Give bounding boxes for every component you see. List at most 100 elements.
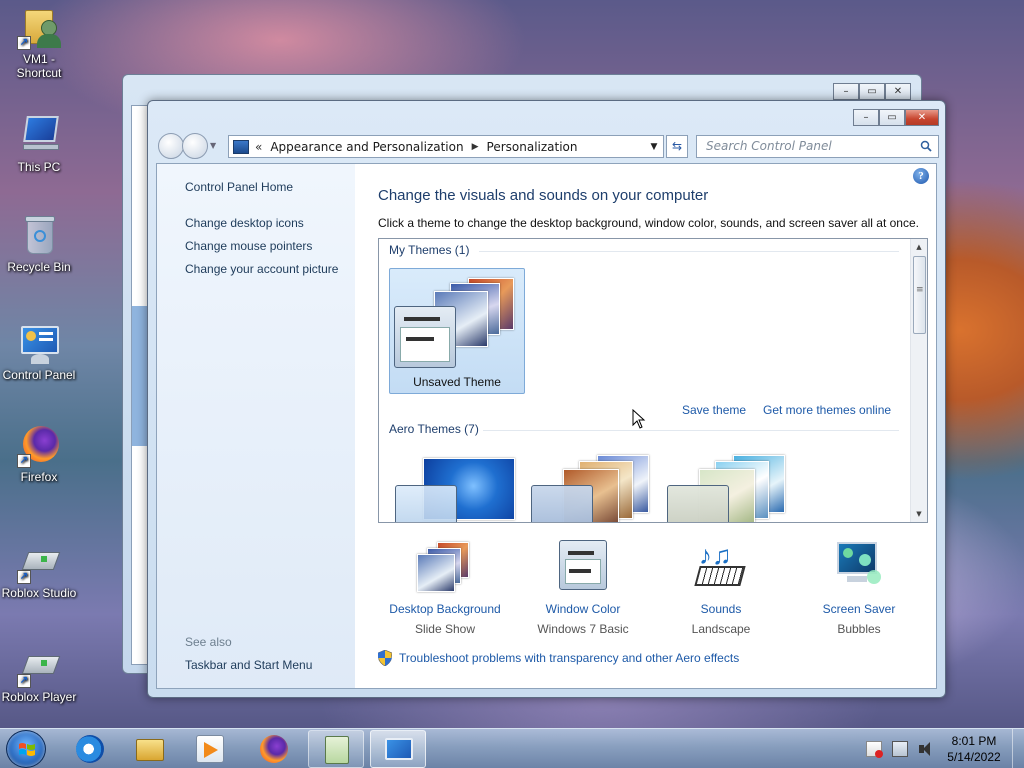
address-dropdown-icon[interactable]: ▼ [645,142,663,152]
roblox-studio-icon: ↗ [17,540,61,584]
taskbar-start-menu-link[interactable]: Taskbar and Start Menu [185,658,312,672]
close-button[interactable]: ✕ [905,109,939,126]
shortcut-arrow-icon: ↗ [17,454,31,468]
system-tray [866,741,934,758]
desktop-icon-this-pc[interactable]: This PC [0,114,78,174]
navigation-bar: ▼ « Appearance and Personalization ▶ Per… [156,133,939,159]
desktop-background-icon [415,540,475,594]
desktop-icon-label: Firefox [20,470,58,484]
shortcut-arrow-icon: ↗ [17,36,31,50]
minimize-button[interactable]: – [833,83,859,100]
mouse-cursor-icon [632,409,646,429]
windows-logo-icon [19,743,35,756]
desktop-icon-roblox-player[interactable]: ↗ Roblox Player [0,644,78,704]
save-theme-link[interactable]: Save theme [682,403,746,417]
forward-button[interactable] [182,133,208,159]
sounds-setting[interactable]: ♪♫ Sounds Landscape [651,540,791,636]
change-desktop-icons-link[interactable]: Change desktop icons [185,216,304,230]
theme-list[interactable]: My Themes (1) Unsaved Theme Save theme G… [378,238,928,523]
see-also-heading: See also [185,635,232,649]
firefox-icon: ↗ [17,424,61,468]
internet-explorer-icon [76,735,104,763]
scrollbar-thumb[interactable] [913,256,926,334]
taskbar-notepad[interactable] [308,730,364,768]
shortcut-arrow-icon: ↗ [17,674,31,688]
control-panel-home-link[interactable]: Control Panel Home [185,180,293,194]
scroll-down-icon[interactable]: ▼ [911,506,927,522]
screen-saver-icon [829,540,889,594]
volume-icon[interactable] [918,741,934,757]
my-themes-heading: My Themes (1) [389,243,470,257]
maximize-button[interactable]: ▭ [859,83,885,100]
desktop-icon-vm1-shortcut[interactable]: ↗ VM1 - Shortcut [0,6,78,80]
taskbar-control-panel[interactable] [370,730,426,768]
screen-saver-value: Bubbles [837,622,881,636]
left-pane: Control Panel Home Change desktop icons … [157,164,355,688]
theme-list-scrollbar[interactable]: ▲ ▼ [910,239,927,522]
divider [483,430,899,431]
media-player-icon [196,735,224,763]
scroll-up-icon[interactable]: ▲ [911,239,927,255]
desktop-icon-label: Recycle Bin [7,260,71,274]
breadcrumb-separator-icon[interactable]: ▶ [472,142,479,152]
search-icon[interactable] [920,140,932,152]
search-input[interactable]: Search Control Panel [696,135,939,158]
sounds-icon: ♪♫ [691,540,751,594]
folder-user-shortcut-icon: ↗ [17,6,61,50]
screen-saver-label: Screen Saver [822,602,896,616]
recent-pages-dropdown-icon[interactable]: ▼ [210,133,220,159]
theme-window-preview [667,485,729,522]
sounds-label: Sounds [700,602,742,616]
sounds-value: Landscape [691,622,751,636]
desktop-background-value: Slide Show [414,622,476,636]
help-icon[interactable]: ? [913,168,929,184]
control-panel-icon [17,322,61,366]
desktop-icon-firefox[interactable]: ↗ Firefox [0,424,78,484]
roblox-player-icon: ↗ [17,644,61,688]
breadcrumb-personalization[interactable]: Personalization [487,140,578,154]
window-color-value: Windows 7 Basic [537,622,629,636]
start-button[interactable] [6,730,46,768]
theme-window-preview [531,485,593,522]
notepad-icon [325,736,349,764]
maximize-button[interactable]: ▭ [879,109,905,126]
desktop-icon-roblox-studio[interactable]: ↗ Roblox Studio [0,540,78,600]
network-icon[interactable] [892,741,908,757]
window-color-icon [553,540,613,594]
taskbar-clock[interactable]: 8:01 PM 5/14/2022 [936,733,1012,765]
aero-themes-heading: Aero Themes (7) [389,422,479,436]
firefox-icon [260,735,288,763]
theme-unsaved[interactable]: Unsaved Theme [389,268,525,394]
taskbar-internet-explorer[interactable] [62,730,118,768]
desktop-icon-label: This PC [17,160,61,174]
personalization-window[interactable]: – ▭ ✕ ▼ « Appearance and Personalization… [147,100,946,698]
taskbar-file-explorer[interactable] [122,730,178,768]
troubleshoot-label: Troubleshoot problems with transparency … [399,651,740,665]
divider [479,251,899,252]
action-center-flag-icon[interactable] [866,741,883,758]
change-account-picture-link[interactable]: Change your account picture [185,262,338,276]
screen-saver-setting[interactable]: Screen Saver Bubbles [789,540,929,636]
theme-window-preview [394,306,456,368]
theme-window-preview [395,485,457,522]
taskbar-media-player[interactable] [182,730,238,768]
desktop-icon-control-panel[interactable]: Control Panel [0,322,78,382]
shortcut-arrow-icon: ↗ [17,570,31,584]
desktop-icon-recycle-bin[interactable]: Recycle Bin [0,214,78,274]
show-desktop-button[interactable] [1012,729,1024,768]
breadcrumb-appearance-and-personalization[interactable]: Appearance and Personalization [270,140,463,154]
refresh-button[interactable]: ⇆ [666,135,688,158]
window-color-setting[interactable]: Window Color Windows 7 Basic [513,540,653,636]
change-mouse-pointers-link[interactable]: Change mouse pointers [185,239,312,253]
window-color-label: Window Color [545,602,621,616]
desktop-background-setting[interactable]: Desktop Background Slide Show [375,540,515,636]
troubleshoot-aero-link[interactable]: Troubleshoot problems with transparency … [378,650,739,666]
close-button[interactable]: ✕ [885,83,911,100]
back-button[interactable] [158,133,184,159]
minimize-button[interactable]: – [853,109,879,126]
address-bar[interactable]: « Appearance and Personalization ▶ Perso… [228,135,664,158]
taskbar-firefox[interactable] [246,730,302,768]
control-panel-icon [385,738,413,760]
get-more-themes-link[interactable]: Get more themes online [763,403,891,417]
breadcrumb-overflow-icon[interactable]: « [255,140,262,154]
